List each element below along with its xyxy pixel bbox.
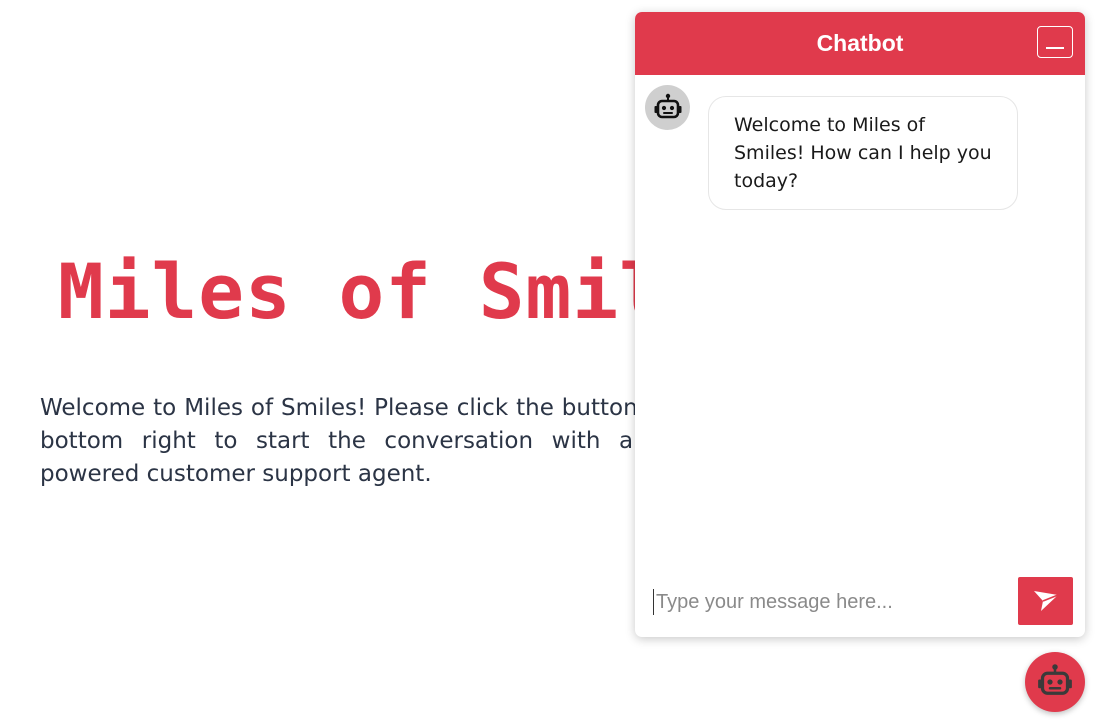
chat-panel: Chatbot Welcome to Miles of Smiles! How … xyxy=(635,12,1085,637)
robot-icon xyxy=(654,93,681,118)
minimize-icon xyxy=(1046,47,1064,49)
chat-header: Chatbot xyxy=(635,12,1085,75)
bot-message: Welcome to Miles of Smiles! How can I he… xyxy=(708,96,1018,210)
page: Miles of Smiles Welcome to Miles of Smil… xyxy=(0,0,1100,723)
send-icon xyxy=(1033,591,1058,611)
minimize-button[interactable] xyxy=(1037,26,1073,58)
robot-icon xyxy=(1038,664,1072,695)
chat-launcher-button[interactable] xyxy=(1025,652,1085,712)
bot-avatar xyxy=(645,85,690,130)
message-input[interactable] xyxy=(653,589,1013,615)
chat-title: Chatbot xyxy=(816,30,904,56)
send-button[interactable] xyxy=(1018,577,1073,625)
intro-text: Welcome to Miles of Smiles! Please click… xyxy=(40,395,720,487)
